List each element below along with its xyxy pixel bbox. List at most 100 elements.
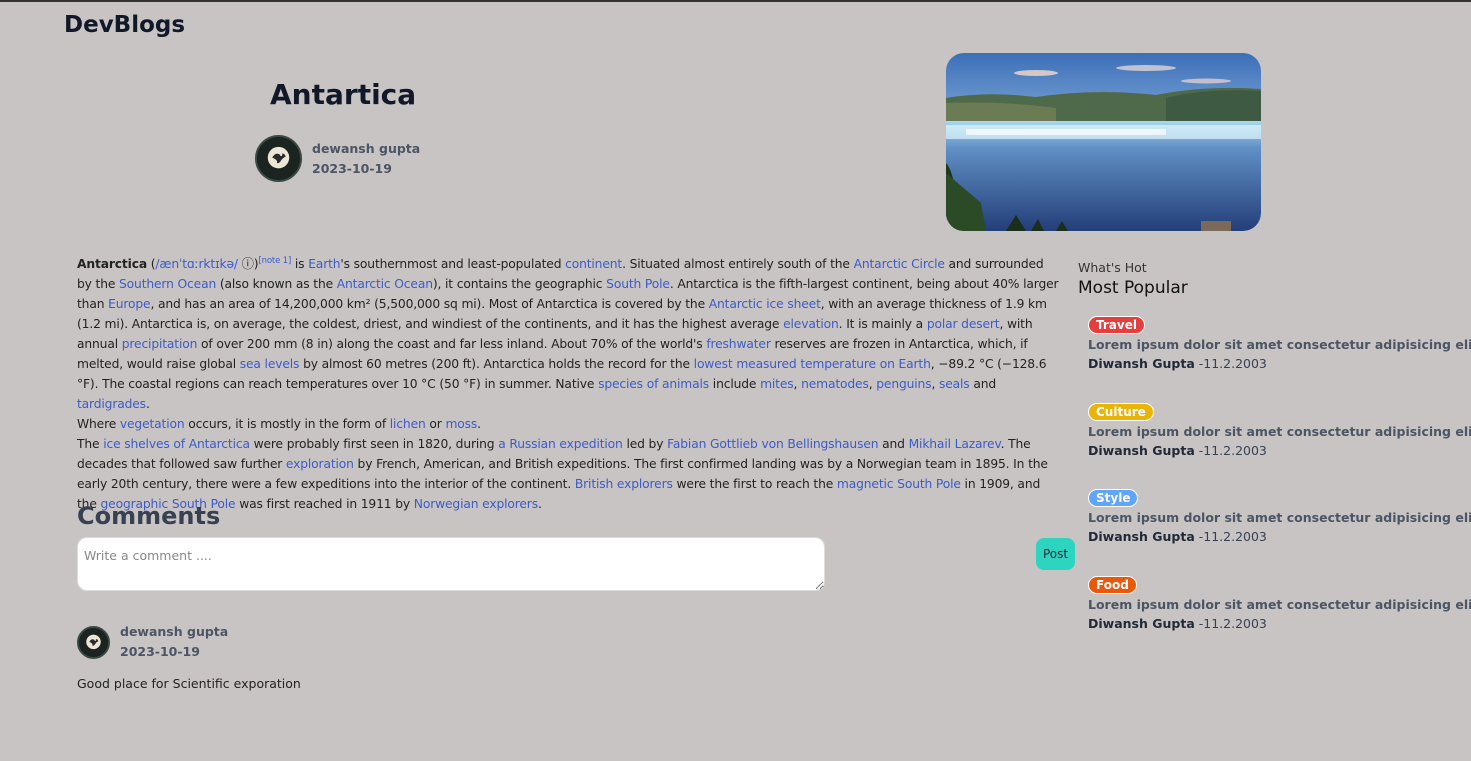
article-text: , and has an area of 14,200,000 km² (5,5… <box>150 297 709 311</box>
article-text: (also known as the <box>216 277 337 291</box>
article-link[interactable]: South Pole <box>606 277 670 291</box>
article-link[interactable]: Norwegian explorers <box>414 497 538 511</box>
article-link[interactable]: exploration <box>286 457 354 471</box>
article-text: is <box>291 257 309 271</box>
popular-item-date: -11.2.2003 <box>1198 443 1267 458</box>
comment-date: 2023-10-19 <box>120 644 200 659</box>
article-text: ⓘ <box>237 257 254 271</box>
article-link[interactable]: Antarctic Circle <box>854 257 945 271</box>
article-link[interactable]: Antarctic Ocean <box>337 277 433 291</box>
article-text: The <box>77 437 104 451</box>
article-text: . It is mainly a <box>838 317 927 331</box>
sidebar-kicker: What's Hot <box>1078 260 1147 275</box>
popular-item-desc: Lorem ipsum dolor sit amet consectetur a… <box>1088 597 1471 612</box>
article-text: , <box>793 377 802 391</box>
article-link[interactable]: Antarctic ice sheet <box>709 297 821 311</box>
article-link[interactable]: freshwater <box>706 337 771 351</box>
category-badge[interactable]: Travel <box>1088 316 1145 334</box>
popular-item[interactable]: Culture Lorem ipsum dolor sit amet conse… <box>1088 401 1471 458</box>
article-link[interactable]: ice shelves of Antarctica <box>103 437 250 451</box>
article-link[interactable]: a Russian expedition <box>498 437 623 451</box>
article-text: were the first to reach the <box>672 477 837 491</box>
article-link[interactable]: magnetic South Pole <box>837 477 961 491</box>
sidebar-title: Most Popular <box>1078 278 1188 298</box>
article-link[interactable]: polar desert <box>927 317 1000 331</box>
article-text: and <box>878 437 909 451</box>
article-text: were probably first seen in 1820, during <box>249 437 499 451</box>
article-link[interactable]: vegetation <box>120 417 185 431</box>
article-text: Where <box>77 417 120 431</box>
article-paragraph-2: Where vegetation occurs, it is mostly in… <box>77 414 1062 434</box>
popular-item-desc: Lorem ipsum dolor sit amet consectetur a… <box>1088 510 1471 525</box>
article-link[interactable]: penguins <box>876 377 931 391</box>
post-title: Antartica <box>270 78 417 111</box>
author-avatar <box>255 135 302 182</box>
article-body: Antarctica (/ænˈtɑːrktɪkə/ ⓘ)[note 1] is… <box>77 254 1062 514</box>
article-link[interactable]: lichen <box>390 417 426 431</box>
hero-image <box>946 53 1261 231</box>
popular-item-author: Diwansh Gupta <box>1088 616 1195 631</box>
popular-item-desc: Lorem ipsum dolor sit amet consectetur a… <box>1088 337 1471 352</box>
popular-item-date: -11.2.2003 <box>1198 529 1267 544</box>
article-link[interactable]: elevation <box>783 317 839 331</box>
article-link[interactable]: mites <box>760 377 794 391</box>
comment-author: dewansh gupta 2023-10-19 <box>77 622 228 662</box>
article-paragraph-3: The ice shelves of Antarctica were proba… <box>77 434 1062 514</box>
article-text: . <box>477 417 481 431</box>
article-text: by almost 60 metres (200 ft). Antarctica… <box>299 357 694 371</box>
post-author: dewansh gupta 2023-10-19 <box>255 135 420 182</box>
popular-item-date: -11.2.2003 <box>1198 616 1267 631</box>
article-link[interactable]: /ænˈtɑːrktɪkə/ <box>155 257 238 271</box>
article-link[interactable]: lowest measured temperature on Earth <box>694 357 931 371</box>
article-link[interactable]: Mikhail Lazarev <box>909 437 1001 451</box>
category-badge[interactable]: Style <box>1088 489 1139 507</box>
article-paragraph-1: Antarctica (/ænˈtɑːrktɪkə/ ⓘ)[note 1] is… <box>77 254 1062 414</box>
article-link[interactable]: precipitation <box>122 337 198 351</box>
article-link[interactable]: British explorers <box>575 477 673 491</box>
comment-text: Good place for Scientific exporation <box>77 676 301 691</box>
article-text: . Situated almost entirely south of the <box>622 257 854 271</box>
popular-item-author: Diwansh Gupta <box>1088 356 1195 371</box>
article-text: occurs, it is mostly in the form of <box>184 417 390 431</box>
article-text: or <box>425 417 446 431</box>
commenter-avatar <box>77 625 110 659</box>
article-link[interactable]: Earth <box>308 257 340 271</box>
site-logo[interactable]: DevBlogs <box>64 12 185 38</box>
article-text: include <box>709 377 761 391</box>
article-text: led by <box>622 437 668 451</box>
article-text: was first reached in 1911 by <box>235 497 414 511</box>
article-link[interactable]: species of animals <box>598 377 709 391</box>
post-comment-button[interactable]: Post <box>1036 538 1075 570</box>
article-link[interactable]: seals <box>939 377 970 391</box>
article-text: . <box>537 497 542 511</box>
post-date: 2023-10-19 <box>312 160 392 176</box>
commenter-name: dewansh gupta <box>120 624 229 639</box>
author-name: dewansh gupta <box>312 140 421 156</box>
popular-item-desc: Lorem ipsum dolor sit amet consectetur a… <box>1088 424 1471 439</box>
article-text: ), it contains the geographic <box>432 277 607 291</box>
popular-item-date: -11.2.2003 <box>1198 356 1267 371</box>
article-text: , <box>931 377 939 391</box>
popular-item[interactable]: Style Lorem ipsum dolor sit amet consect… <box>1088 487 1471 544</box>
popular-item[interactable]: Travel Lorem ipsum dolor sit amet consec… <box>1088 314 1471 371</box>
footnote-ref[interactable]: [note 1] <box>258 256 291 266</box>
article-link[interactable]: Europe <box>108 297 150 311</box>
article-text: and <box>969 377 997 391</box>
comment-input[interactable] <box>77 537 825 591</box>
article-text: 's southernmost and least-populated <box>340 257 566 271</box>
sidebar: What's Hot Most Popular Travel Lorem ips… <box>1078 260 1471 631</box>
article-text: of over 200 mm (8 in) along the coast an… <box>197 337 707 351</box>
category-badge[interactable]: Culture <box>1088 403 1154 421</box>
article-link[interactable]: Southern Ocean <box>119 277 216 291</box>
article-link[interactable]: moss <box>445 417 477 431</box>
article-link[interactable]: continent <box>565 257 622 271</box>
article-link[interactable]: nematodes <box>801 377 869 391</box>
article-link[interactable]: tardigrades <box>77 397 146 411</box>
article-text: . <box>145 397 150 411</box>
article-link[interactable]: sea levels <box>240 357 300 371</box>
popular-item[interactable]: Food Lorem ipsum dolor sit amet consecte… <box>1088 574 1471 631</box>
popular-item-author: Diwansh Gupta <box>1088 443 1195 458</box>
comments-heading: Comments <box>77 502 221 530</box>
category-badge[interactable]: Food <box>1088 576 1137 594</box>
article-link[interactable]: Fabian Gottlieb von Bellingshausen <box>667 437 878 451</box>
